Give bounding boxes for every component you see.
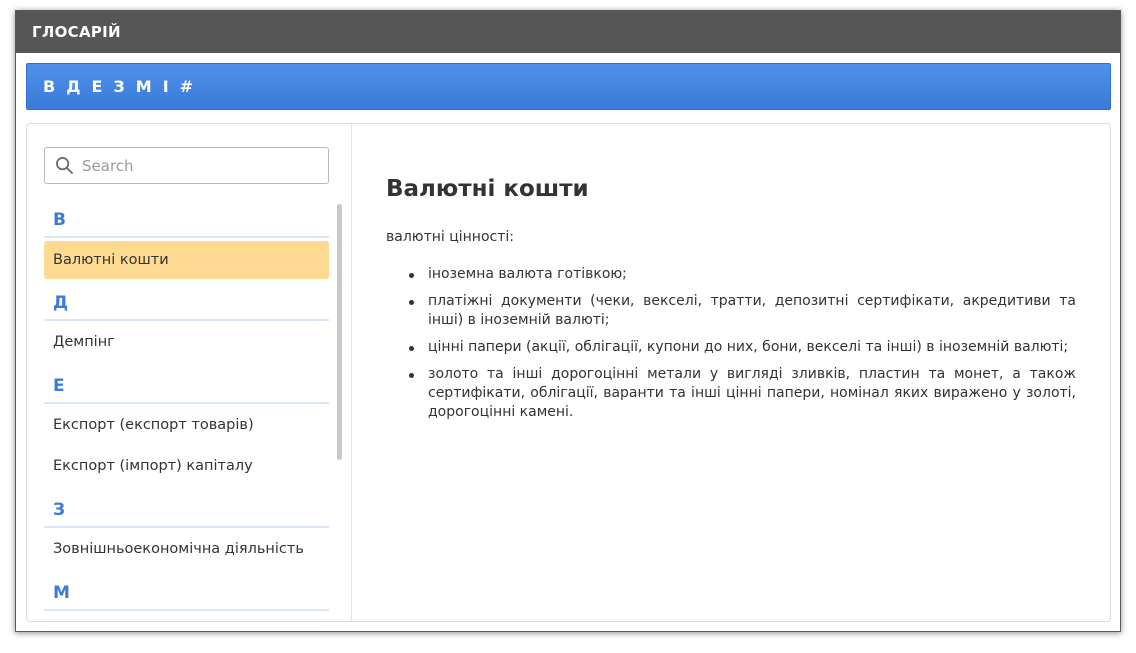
glossary-window: ГЛОСАРІЙ В Д Е З М І # В Валютні кошти Д… (15, 10, 1121, 632)
group-header-m: М (44, 569, 329, 611)
term-item-valiutni-koshty[interactable]: Валютні кошти (44, 241, 329, 279)
alpha-letter-m[interactable]: М (136, 77, 152, 96)
term-item-demping[interactable]: Демпінг (44, 321, 329, 362)
article-list: іноземна валюта готівкою; платіжні докум… (386, 265, 1076, 422)
term-article: Валютні кошти валютні цінності: іноземна… (386, 176, 1076, 430)
group-header-v: В (44, 196, 329, 238)
terms-list: В Валютні кошти Д Демпінг Е Експорт (екс… (44, 196, 329, 621)
term-item-eksport-tovariv[interactable]: Експорт (експорт товарів) (44, 404, 329, 445)
list-item: золото та інші дорогоцінні метали у вигл… (408, 365, 1076, 422)
list-item: платіжні документи (чеки, векселі, тратт… (408, 292, 1076, 330)
search-input[interactable] (82, 156, 322, 175)
article-title: Валютні кошти (386, 176, 589, 202)
alpha-letter-v[interactable]: В (43, 77, 55, 96)
search-box[interactable] (44, 147, 329, 184)
group-header-d: Д (44, 279, 329, 321)
alphabet-nav: В Д Е З М І # (26, 63, 1111, 110)
search-icon (56, 157, 73, 174)
sidebar-scrollbar[interactable] (337, 204, 342, 460)
alpha-letter-i[interactable]: І (163, 77, 169, 96)
term-item-eksport-kapitalu[interactable]: Експорт (імпорт) капіталу (44, 445, 329, 486)
glossary-panel: В Валютні кошти Д Демпінг Е Експорт (екс… (26, 123, 1111, 622)
alpha-letter-z[interactable]: З (113, 77, 124, 96)
list-item: цінні папери (акції, облігації, купони д… (408, 338, 1076, 357)
alpha-letter-hash[interactable]: # (180, 77, 193, 96)
term-item-zovnishnoekonomichna[interactable]: Зовнішньоекономічна діяльність (44, 528, 329, 569)
terms-sidebar: В Валютні кошти Д Демпінг Е Експорт (екс… (27, 124, 352, 621)
alpha-letter-d[interactable]: Д (66, 77, 80, 96)
article-intro: валютні цінності: (386, 229, 514, 245)
group-header-e: Е (44, 362, 329, 404)
alpha-letter-e[interactable]: Е (91, 77, 102, 96)
list-item: іноземна валюта готівкою; (408, 265, 1076, 284)
group-header-z: З (44, 486, 329, 528)
window-title: ГЛОСАРІЙ (16, 11, 1120, 53)
